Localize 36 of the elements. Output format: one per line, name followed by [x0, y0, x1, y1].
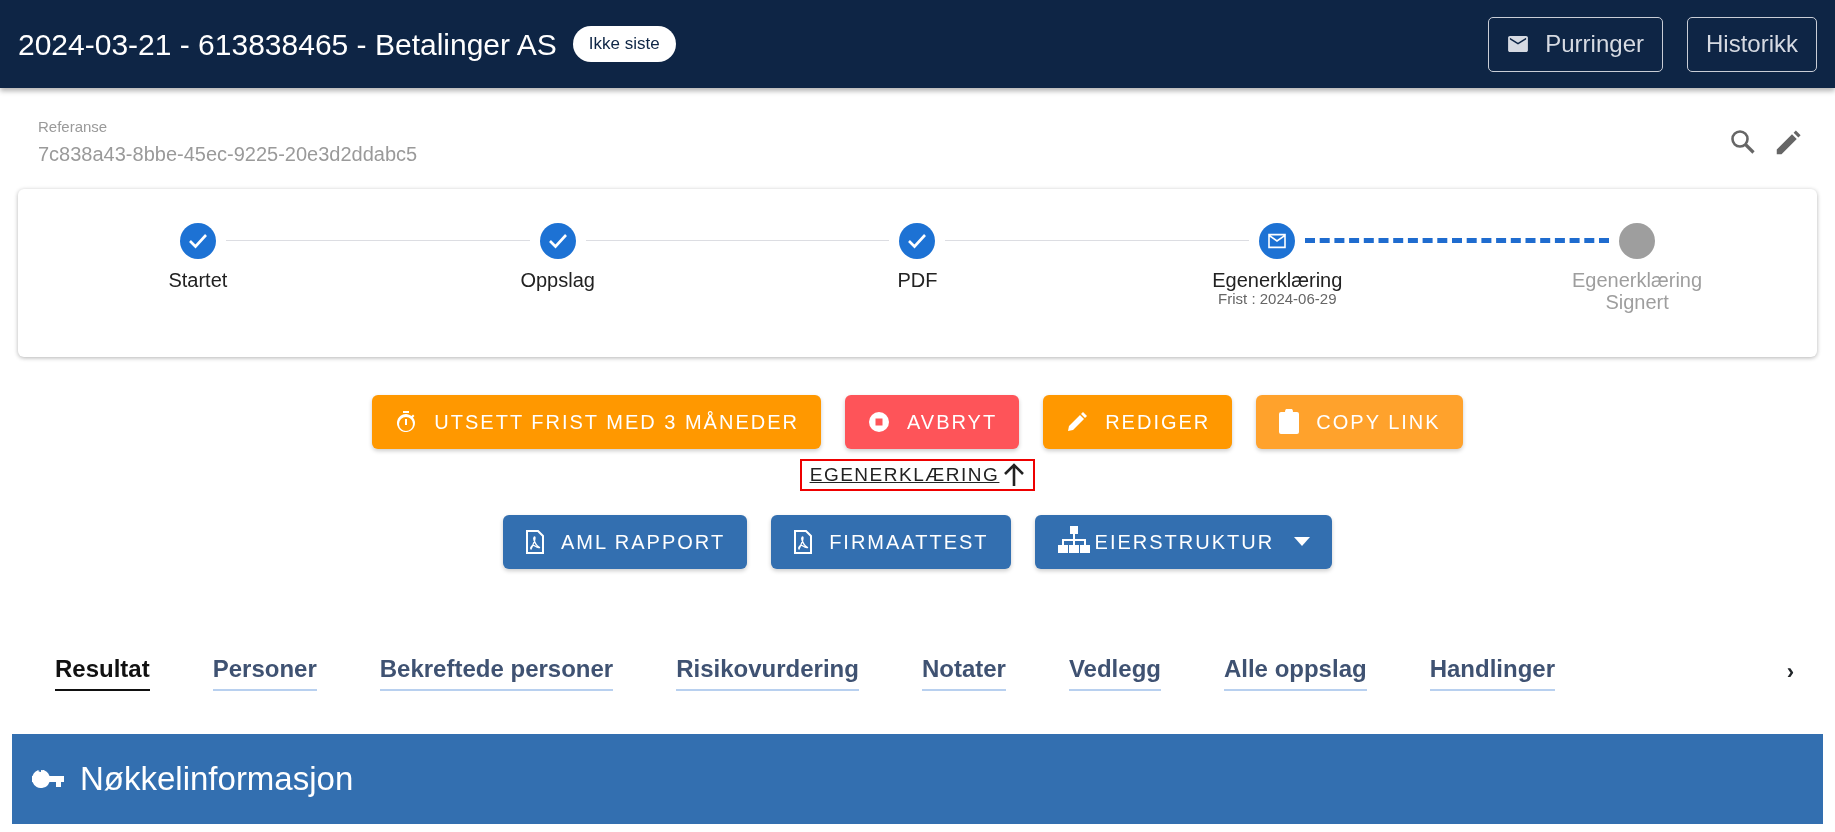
pdf-file-icon: [793, 530, 814, 554]
report-button[interactable]: FIRMAATTEST: [771, 515, 1011, 569]
section-title: Nøkkelinformasjon: [80, 759, 354, 800]
tab[interactable]: Alle oppslag: [1223, 651, 1367, 691]
tab[interactable]: Vedlegg: [1068, 651, 1161, 691]
step-label: Startet: [168, 268, 228, 291]
page-title: 2024-03-21 - 613838465 - Betalinger AS: [18, 26, 557, 63]
arrow-up-icon: [1003, 462, 1026, 487]
pen-icon: [1065, 409, 1090, 434]
key-icon: [32, 770, 64, 788]
reference-value: 7c838a43-8bbe-45ec-9225-20e3d2ddabc5: [38, 141, 419, 167]
report-button[interactable]: AML RAPPORT: [502, 515, 748, 569]
reference-label: Referanse: [38, 117, 109, 137]
tab[interactable]: Personer: [212, 651, 317, 691]
link-text: EGENERKLÆRING: [809, 462, 1000, 487]
tab[interactable]: Notater: [921, 651, 1006, 691]
step-label: Egenerklæring: [1212, 268, 1343, 291]
step-label: PDF: [897, 268, 938, 291]
stop-icon: [867, 409, 891, 434]
tab[interactable]: Bekreftede personer: [379, 651, 614, 691]
tab[interactable]: Resultat: [55, 651, 150, 691]
step-label: Oppslag: [520, 268, 595, 291]
status-badge: Ikke siste: [572, 26, 676, 62]
egenerklaering-link[interactable]: EGENERKLÆRING: [799, 458, 1036, 491]
header-button[interactable]: Historikk: [1687, 16, 1817, 72]
tab[interactable]: Risikovurdering: [676, 651, 859, 691]
clipboard-icon: [1278, 408, 1301, 435]
tab-scroll-button[interactable]: ›: [1785, 653, 1795, 689]
mail-icon: [1507, 35, 1530, 53]
caret-icon: [1294, 537, 1311, 547]
step-label: Egenerklæring Signert: [1571, 268, 1704, 313]
step-deadline: Frist : 2024-06-29: [1218, 290, 1337, 306]
tab[interactable]: Handlinger: [1429, 651, 1555, 691]
header-button[interactable]: Purringer: [1488, 16, 1663, 72]
pdf-file-icon: [524, 530, 545, 554]
dropdown-button[interactable]: EIERSTRUKTUR: [1034, 515, 1333, 569]
